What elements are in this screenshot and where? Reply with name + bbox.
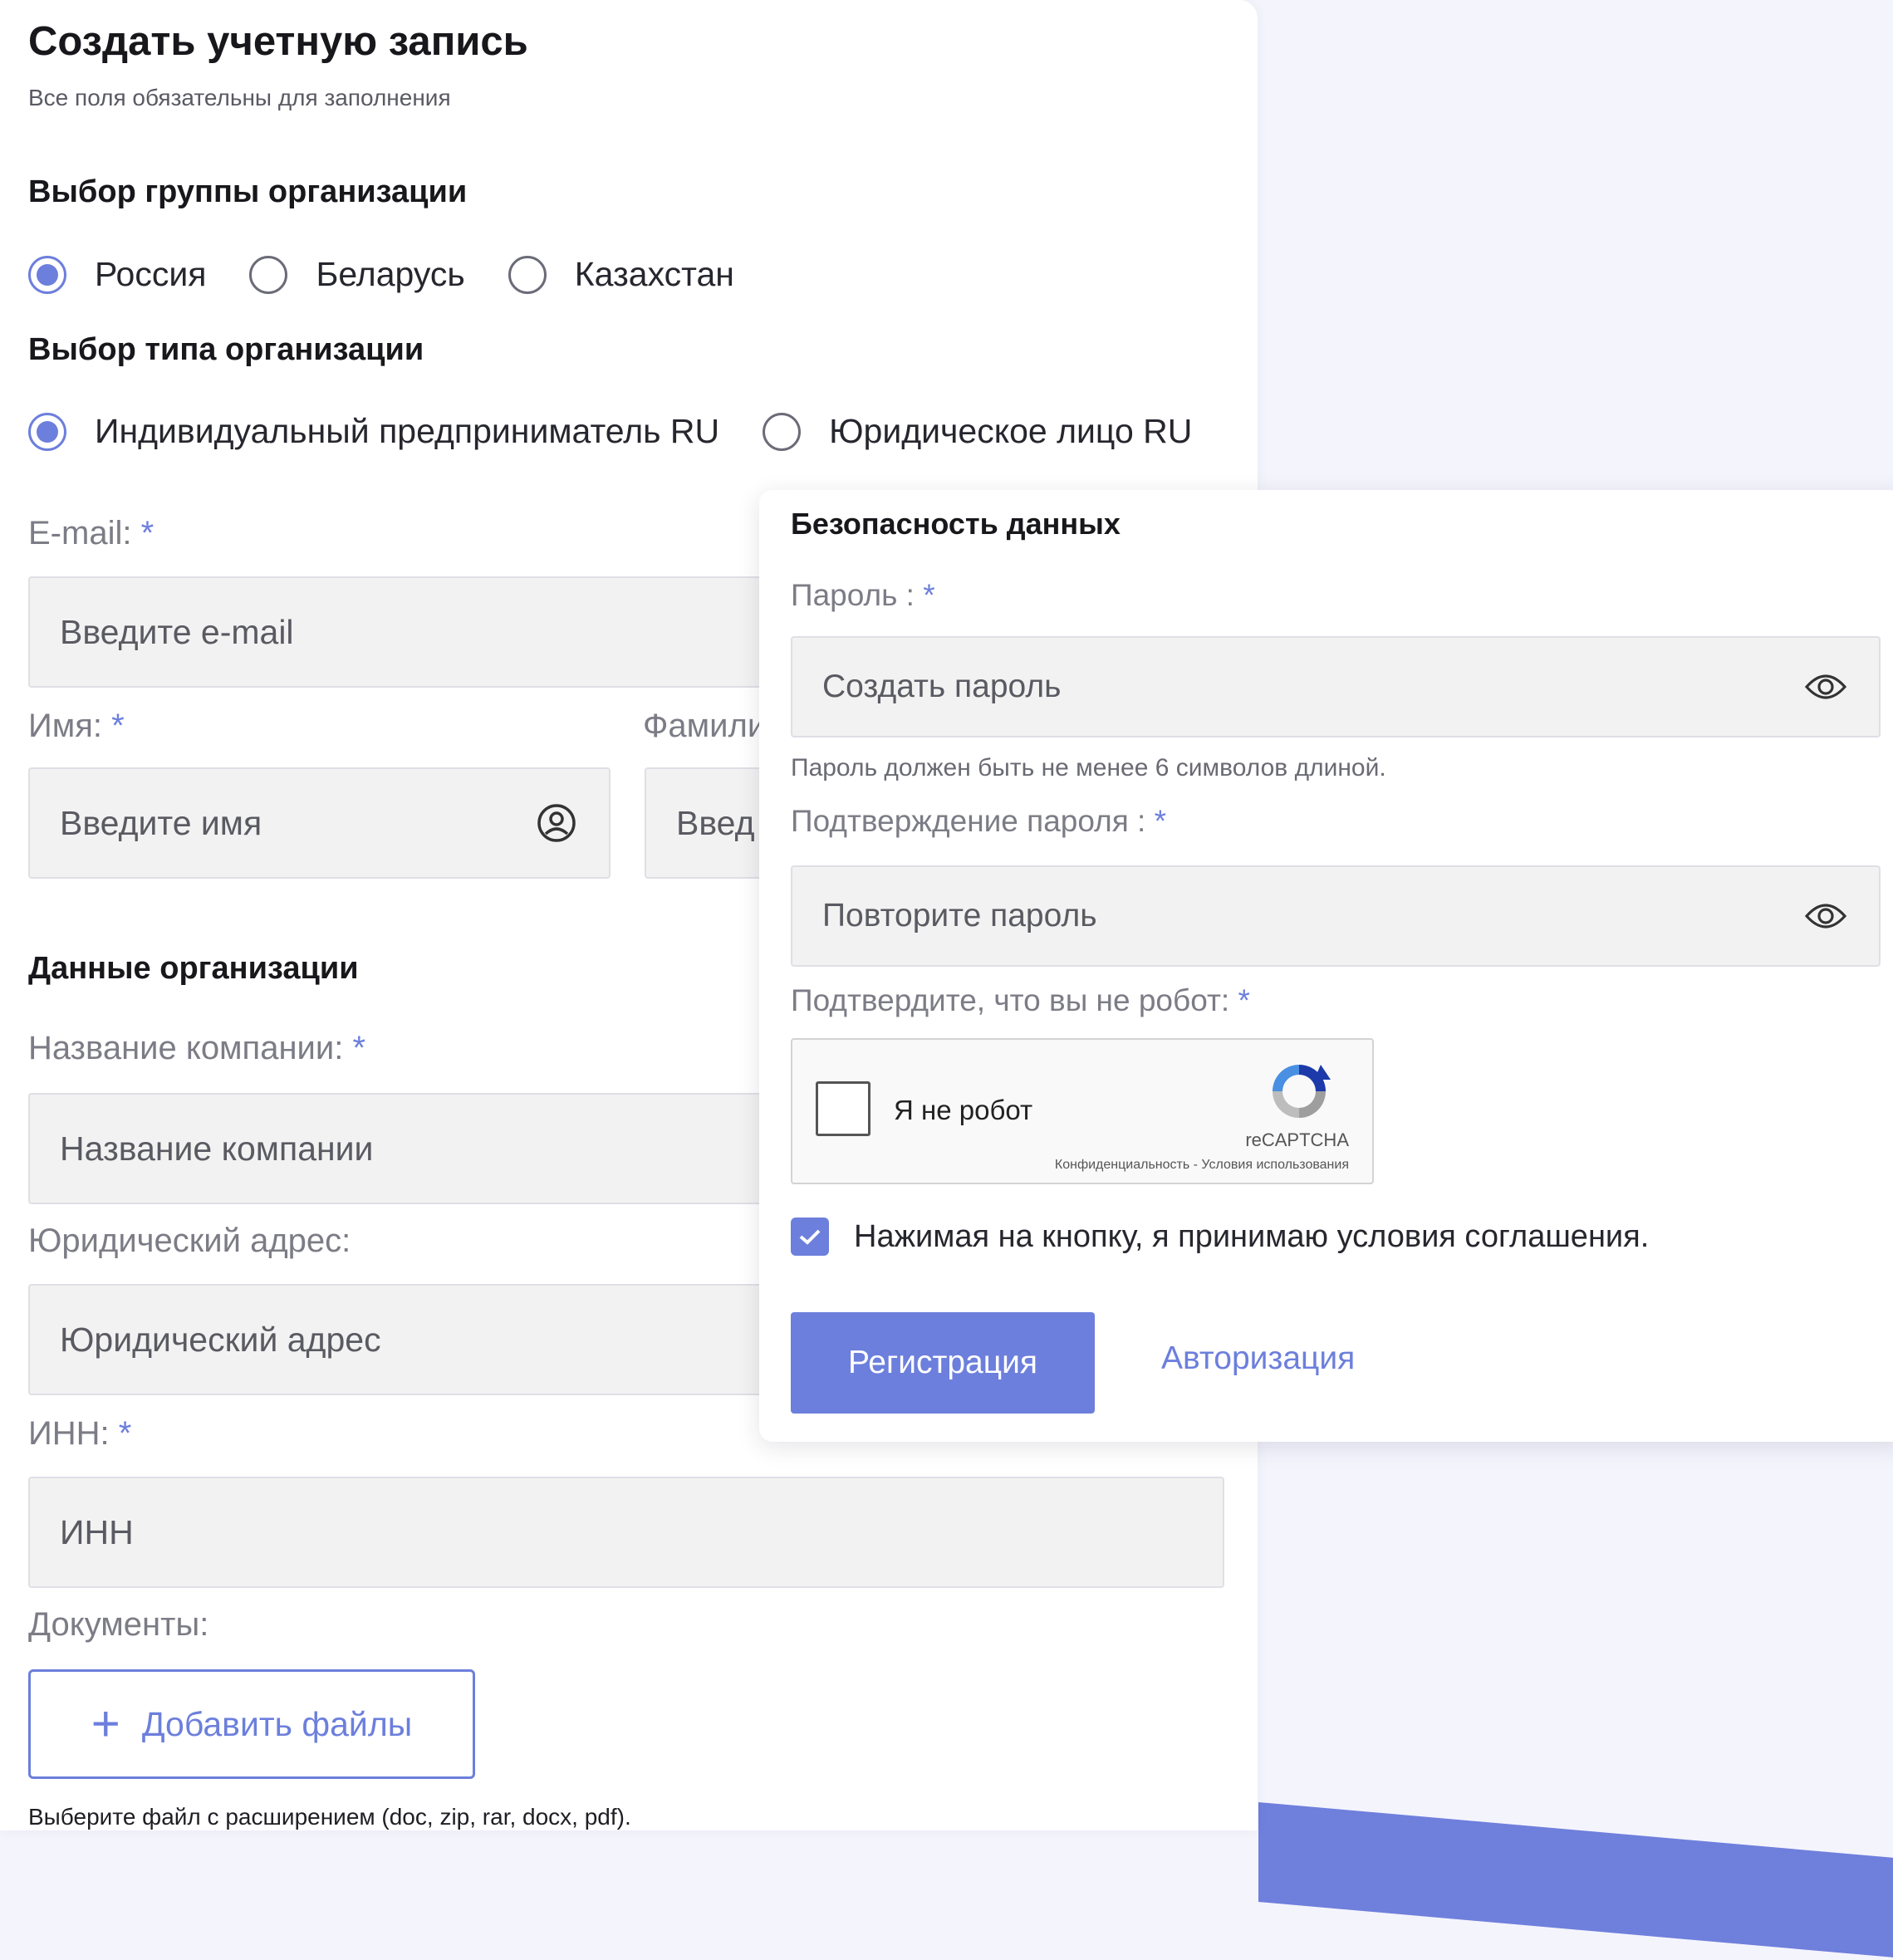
login-link[interactable]: Авторизация [1161, 1340, 1355, 1377]
group-radio-group: Россия Беларусь Казахстан [28, 255, 777, 294]
inn-placeholder: ИНН [60, 1512, 134, 1551]
radio-indicator [763, 412, 802, 451]
check-icon [799, 1229, 821, 1245]
radio-label: Казахстан [574, 255, 734, 293]
recaptcha-checkbox[interactable] [816, 1081, 870, 1136]
recaptcha-brand: reCAPTCHA [1245, 1129, 1349, 1150]
radio-indicator [249, 255, 288, 294]
documents-hint: Выберите файл с расширением (doc, zip, r… [28, 1804, 631, 1830]
captcha-label: Подтвердите, что вы не робот: * [791, 983, 1250, 1017]
last-name-placeholder: Введ [676, 803, 755, 842]
recaptcha-links[interactable]: Конфиденциальность - Условия использован… [1055, 1158, 1349, 1173]
register-button[interactable]: Регистрация [791, 1312, 1095, 1414]
radio-individual-entrepreneur[interactable]: Индивидуальный предприниматель RU [28, 412, 719, 451]
decorative-shape [1258, 1802, 1893, 1960]
confirm-password-placeholder: Повторите пароль [822, 898, 1097, 933]
password-hint: Пароль должен быть не менее 6 символов д… [791, 754, 1386, 782]
security-panel: Безопасность данных Пароль : * Создать п… [759, 490, 1893, 1442]
radio-label: Индивидуальный предприниматель RU [95, 412, 720, 450]
group-section-heading: Выбор группы организации [28, 174, 468, 209]
legal-address-label: Юридический адрес: [28, 1223, 351, 1259]
legal-address-placeholder: Юридический адрес [60, 1320, 381, 1359]
last-name-label: Фамили [643, 708, 767, 744]
add-files-label: Добавить файлы [141, 1704, 413, 1743]
company-placeholder: Название компании [60, 1129, 374, 1168]
confirm-password-field[interactable]: Повторите пароль [791, 865, 1881, 967]
confirm-password-label: Подтверждение пароля : * [791, 804, 1166, 838]
inn-label: ИНН: * [28, 1415, 132, 1452]
radio-label: Россия [95, 255, 207, 293]
radio-label: Беларусь [316, 255, 465, 293]
inn-field[interactable]: ИНН [28, 1477, 1224, 1588]
security-heading: Безопасность данных [791, 507, 1121, 541]
email-label: E-mail: * [28, 515, 154, 551]
add-files-button[interactable]: + Добавить файлы [28, 1669, 475, 1779]
recaptcha-logo-icon [1266, 1060, 1332, 1127]
first-name-placeholder: Введите имя [60, 803, 262, 842]
page-title: Создать учетную запись [28, 19, 528, 64]
recaptcha-widget: Я не робот reCAPTCHA Конфиденциальность … [791, 1038, 1374, 1184]
eye-icon[interactable] [1804, 670, 1847, 703]
agreement-text: Нажимая на кнопку, я принимаю условия со… [854, 1218, 1650, 1254]
password-field[interactable]: Создать пароль [791, 636, 1881, 737]
first-name-label: Имя: * [28, 708, 125, 744]
user-circle-icon [536, 802, 577, 844]
radio-belarus[interactable]: Беларусь [249, 255, 465, 294]
radio-indicator [508, 255, 547, 294]
radio-label: Юридическое лицо RU [829, 412, 1193, 450]
agreement-checkbox[interactable] [791, 1218, 829, 1256]
agreement-row: Нажимая на кнопку, я принимаю условия со… [791, 1218, 1649, 1256]
password-placeholder: Создать пароль [822, 669, 1062, 704]
eye-icon[interactable] [1804, 899, 1847, 933]
company-label: Название компании: * [28, 1030, 366, 1066]
plus-icon: + [91, 1696, 120, 1752]
first-name-field[interactable]: Введите имя [28, 767, 611, 879]
radio-russia[interactable]: Россия [28, 255, 206, 294]
radio-legal-entity[interactable]: Юридическое лицо RU [763, 412, 1192, 451]
documents-label: Документы: [28, 1606, 209, 1643]
radio-indicator [28, 412, 66, 451]
page-subtitle: Все поля обязательны для заполнения [28, 85, 451, 110]
recaptcha-text: Я не робот [894, 1095, 1033, 1125]
type-section-heading: Выбор типа организации [28, 332, 424, 367]
password-label: Пароль : * [791, 578, 935, 612]
email-placeholder: Введите e-mail [60, 612, 294, 651]
type-radio-group: Индивидуальный предприниматель RU Юридич… [28, 412, 1235, 451]
radio-kazakhstan[interactable]: Казахстан [508, 255, 734, 294]
radio-indicator [28, 255, 66, 294]
org-section-heading: Данные организации [28, 951, 359, 986]
